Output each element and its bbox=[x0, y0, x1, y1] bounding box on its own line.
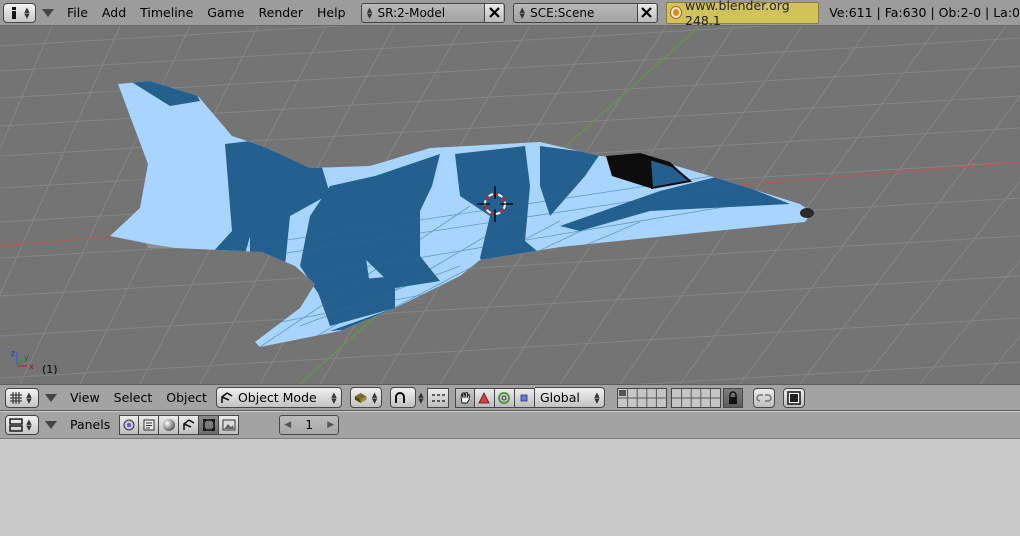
gizmo-x-label: x bbox=[29, 362, 34, 371]
object-axes-icon bbox=[182, 419, 195, 430]
orientation-select[interactable]: Global ▲ ▼ bbox=[534, 387, 605, 408]
updown-arrows-icon: ▲ ▼ bbox=[519, 5, 525, 20]
viewport-canvas[interactable]: z y x bbox=[0, 26, 1020, 384]
collapse-menu-icon[interactable] bbox=[45, 421, 57, 429]
link-icon bbox=[756, 393, 772, 402]
gizmo-z-label: z bbox=[11, 349, 15, 358]
layer-grid-1[interactable] bbox=[616, 387, 667, 408]
editor-type-select[interactable]: ▲ ▼ bbox=[5, 387, 39, 408]
menu-panels[interactable]: Panels bbox=[63, 414, 117, 436]
layer-grid-2[interactable] bbox=[670, 387, 721, 408]
lock-layers-button[interactable] bbox=[722, 387, 743, 408]
blender-version-badge: www.blender.org 248.1 bbox=[665, 0, 820, 28]
scene-context-button[interactable] bbox=[219, 415, 240, 435]
script-icon bbox=[143, 419, 155, 431]
mode-select[interactable]: Object Mode ▲ ▼ bbox=[215, 387, 342, 408]
rotate-manipulator-button[interactable] bbox=[494, 387, 515, 408]
frame-indicator: (1) bbox=[42, 363, 58, 376]
buttons-window-header: ▲ ▼ Panels ◀ 1 ▶ bbox=[0, 412, 1020, 439]
lock-icon bbox=[728, 390, 737, 404]
solid-draw-icon bbox=[354, 392, 367, 403]
editor-type-select[interactable]: ▲ ▼ bbox=[3, 2, 36, 23]
menu-render[interactable]: Render bbox=[252, 2, 311, 24]
hand-icon bbox=[460, 391, 470, 403]
translate-manipulator-button[interactable] bbox=[474, 387, 495, 408]
close-icon bbox=[488, 7, 500, 18]
layer-buttons-2[interactable] bbox=[670, 387, 721, 408]
menu-add[interactable]: Add bbox=[95, 2, 133, 24]
gizmo-y-label: y bbox=[24, 353, 29, 362]
3d-viewport[interactable]: z y x (1) bbox=[0, 26, 1020, 384]
collapse-menu-icon[interactable] bbox=[45, 393, 57, 402]
scene-image-icon bbox=[222, 419, 236, 431]
updown-arrows-icon: ▲ ▼ bbox=[366, 5, 373, 20]
ring-icon bbox=[498, 391, 511, 404]
delete-scene-button[interactable] bbox=[636, 3, 656, 22]
mode-label: Object Mode bbox=[237, 390, 317, 405]
decrement-arrow-icon[interactable]: ◀ bbox=[284, 420, 291, 430]
script-context-button[interactable] bbox=[139, 415, 160, 435]
logic-context-button[interactable] bbox=[119, 415, 140, 435]
pivot-icon bbox=[394, 391, 405, 403]
frame-number-value[interactable]: 1 bbox=[305, 418, 313, 432]
object-context-button[interactable] bbox=[179, 415, 200, 435]
info-header: ▲ ▼ File Add Timeline Game Render Help ▲ ▼… bbox=[0, 0, 1020, 28]
scale-manipulator-button[interactable] bbox=[514, 387, 535, 408]
collapse-menu-icon[interactable] bbox=[42, 8, 54, 17]
blender-logo-icon bbox=[670, 7, 682, 18]
updown-arrows-icon: ▲ ▼ bbox=[26, 418, 32, 432]
buttons-window-icon bbox=[8, 417, 24, 433]
object-mode-icon bbox=[221, 391, 233, 403]
menu-timeline[interactable]: Timeline bbox=[133, 2, 200, 24]
menu-game[interactable]: Game bbox=[200, 2, 251, 24]
pivot-select[interactable] bbox=[389, 387, 416, 408]
buttons-window-area bbox=[0, 439, 1020, 536]
scene-select[interactable]: ▲ ▼ SCE:Scene bbox=[513, 2, 658, 23]
logic-icon bbox=[123, 419, 135, 431]
blender-version-text: www.blender.org 248.1 bbox=[685, 0, 790, 28]
axis-gizmo: z y x bbox=[11, 349, 34, 371]
menu-help[interactable]: Help bbox=[310, 2, 353, 24]
onion-skin-button[interactable] bbox=[752, 387, 775, 408]
info-icon bbox=[6, 5, 22, 21]
render-preview-button[interactable] bbox=[782, 387, 805, 408]
square-icon bbox=[521, 394, 528, 401]
increment-arrow-icon[interactable]: ▶ bbox=[327, 420, 334, 430]
3d-view-header: ▲ ▼ View Select Object Object Mode ▲ ▼ ▲ ▼ … bbox=[0, 384, 1020, 411]
scene-name[interactable]: SCE:Scene bbox=[526, 6, 637, 20]
menu-select[interactable]: Select bbox=[107, 387, 160, 409]
updown-arrows-icon: ▲ ▼ bbox=[26, 390, 32, 405]
material-sphere-icon bbox=[162, 419, 175, 431]
screen-name[interactable]: SR:2-Model bbox=[374, 6, 485, 20]
image-icon bbox=[787, 390, 801, 405]
updown-arrows-icon: ▲ ▼ bbox=[594, 390, 600, 405]
editing-square-icon bbox=[202, 419, 215, 431]
triangle-icon bbox=[478, 391, 491, 403]
screen-select[interactable]: ▲ ▼ SR:2-Model bbox=[360, 2, 506, 23]
jet-model bbox=[110, 81, 812, 347]
menu-object[interactable]: Object bbox=[159, 387, 214, 409]
delete-screen-button[interactable] bbox=[484, 3, 504, 22]
menu-file[interactable]: File bbox=[60, 2, 95, 24]
updown-arrows-icon: ▲ ▼ bbox=[24, 5, 30, 20]
updown-arrows-icon: ▲ ▼ bbox=[331, 390, 337, 405]
manipulator-toggle-button[interactable] bbox=[454, 387, 475, 408]
editor-type-select[interactable]: ▲ ▼ bbox=[5, 415, 39, 435]
orientation-label: Global bbox=[539, 390, 580, 405]
draw-type-select[interactable]: ▲ ▼ bbox=[349, 387, 382, 408]
frame-number-field[interactable]: ◀ 1 ▶ bbox=[279, 415, 340, 435]
updown-arrows-icon: ▲ ▼ bbox=[371, 390, 378, 405]
nose-tip bbox=[800, 208, 814, 218]
grid-icon bbox=[8, 390, 24, 406]
layer-buttons-1[interactable] bbox=[616, 387, 667, 408]
editing-context-button[interactable] bbox=[199, 415, 220, 435]
shading-context-button[interactable] bbox=[159, 415, 180, 435]
dots-icon bbox=[431, 393, 445, 402]
menu-view[interactable]: View bbox=[63, 387, 107, 409]
close-icon bbox=[641, 7, 653, 18]
manipulator-toggle[interactable] bbox=[426, 387, 449, 408]
updown-arrows-icon: ▲ ▼ bbox=[418, 390, 424, 405]
scene-stats: Ve:611 | Fa:630 | Ob:2-0 | La:0 bbox=[829, 5, 1020, 20]
